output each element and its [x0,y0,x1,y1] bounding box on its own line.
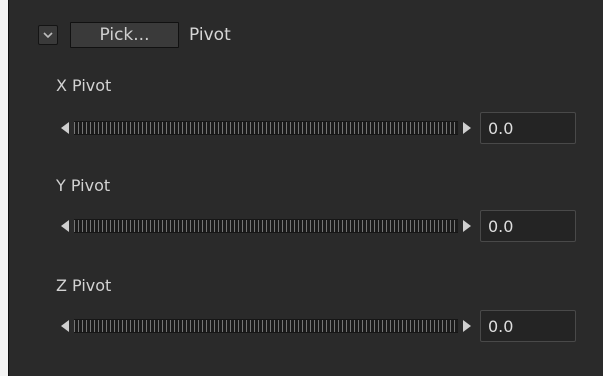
pivot-panel: Pick... Pivot X Pivot 0.0 Y Pivot 0.0 Z … [8,0,603,376]
arrow-left-icon[interactable] [60,122,70,134]
arrow-left-icon[interactable] [60,220,70,232]
z-pivot-label: Z Pivot [56,276,112,295]
x-pivot-slider[interactable] [60,121,473,135]
z-pivot-value-field[interactable]: 0.0 [480,310,576,342]
y-pivot-label: Y Pivot [56,176,111,195]
arrow-right-icon[interactable] [462,320,472,332]
pivot-header: Pick... Pivot [38,22,231,48]
slider-track[interactable] [74,121,458,135]
arrow-right-icon[interactable] [462,220,472,232]
y-pivot-slider[interactable] [60,219,473,233]
slider-track[interactable] [74,219,458,233]
slider-track[interactable] [74,319,458,333]
pick-button[interactable]: Pick... [70,22,179,48]
chevron-down-icon [43,31,53,38]
collapse-toggle-button[interactable] [38,25,58,45]
section-title: Pivot [189,25,231,45]
arrow-left-icon[interactable] [60,320,70,332]
z-pivot-slider[interactable] [60,319,473,333]
x-pivot-value-field[interactable]: 0.0 [480,112,576,144]
y-pivot-value-field[interactable]: 0.0 [480,210,576,242]
x-pivot-label: X Pivot [56,76,112,95]
arrow-right-icon[interactable] [462,122,472,134]
